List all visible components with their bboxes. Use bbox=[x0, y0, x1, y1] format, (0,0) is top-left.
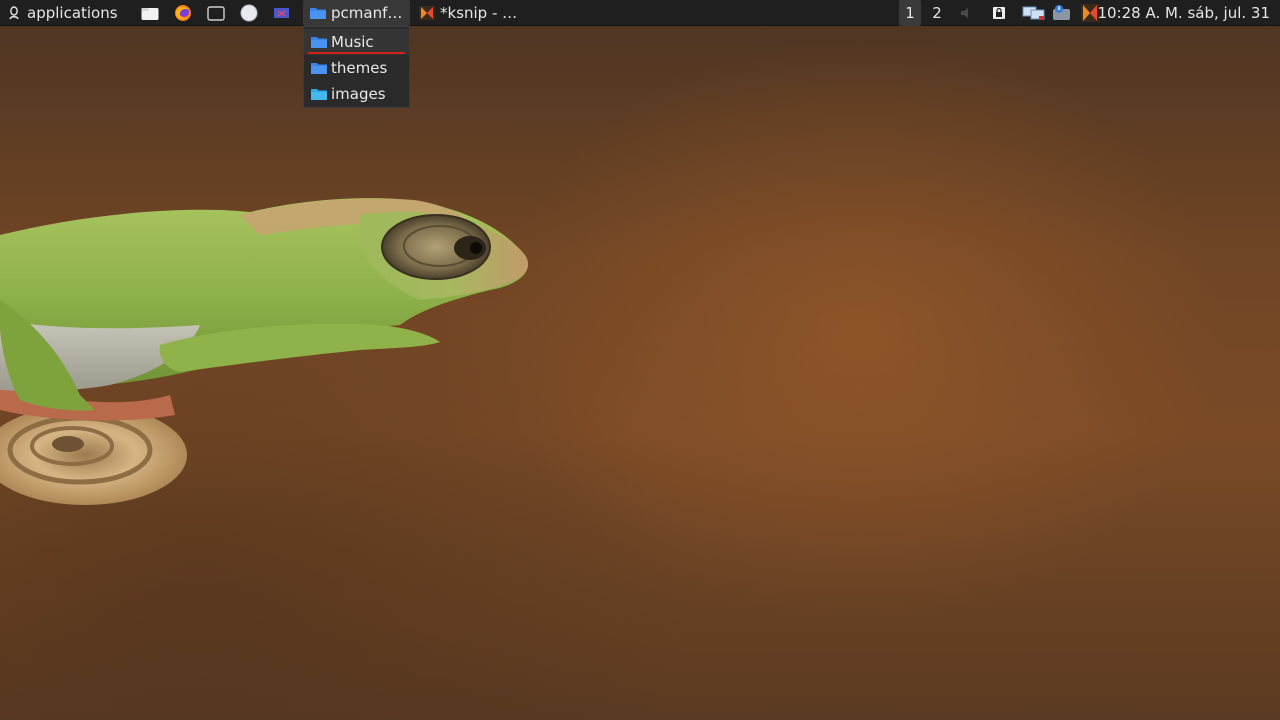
menu-item-images[interactable]: images bbox=[304, 81, 409, 107]
clock-label: 10:28 A. M. sáb, jul. 31 bbox=[1097, 4, 1270, 22]
applications-label: applications bbox=[27, 4, 118, 22]
network-tray[interactable] bbox=[1021, 0, 1047, 26]
task-pcmanfm[interactable]: pcmanf… bbox=[303, 0, 410, 26]
folder-icon bbox=[311, 36, 327, 48]
task-window-list-menu: Music themes images bbox=[303, 26, 410, 108]
lock-icon bbox=[993, 7, 1005, 19]
task-label: pcmanf… bbox=[331, 4, 403, 22]
task-ksnip[interactable]: *ksnip - … bbox=[412, 0, 522, 26]
globe-icon bbox=[240, 4, 258, 22]
browser-launcher[interactable] bbox=[238, 0, 260, 26]
volume-tray[interactable] bbox=[958, 0, 976, 26]
menu-item-themes[interactable]: themes bbox=[304, 55, 409, 81]
folder-icon bbox=[311, 62, 327, 74]
menu-item-label: images bbox=[331, 85, 386, 103]
file-manager-icon bbox=[141, 7, 159, 20]
terminal-launcher[interactable] bbox=[205, 0, 227, 26]
firefox-icon bbox=[175, 5, 191, 21]
notification-icon bbox=[1053, 5, 1070, 20]
task-label: *ksnip - … bbox=[440, 4, 518, 22]
screen-icon bbox=[274, 8, 289, 18]
workspace-1[interactable]: 1 bbox=[899, 0, 921, 26]
top-panel: applications pcmanf… *ksnip - … 1 2 10:2… bbox=[0, 0, 1280, 26]
volume-icon bbox=[961, 8, 968, 18]
firefox-launcher[interactable] bbox=[172, 0, 194, 26]
screen-launcher[interactable] bbox=[271, 0, 293, 26]
file-manager-launcher[interactable] bbox=[139, 0, 161, 26]
menu-item-music[interactable]: Music bbox=[304, 29, 409, 55]
workspace-2[interactable]: 2 bbox=[926, 0, 948, 26]
notification-tray[interactable] bbox=[1050, 0, 1074, 26]
tux-icon bbox=[9, 6, 19, 20]
folder-icon bbox=[311, 88, 327, 100]
applications-menu-button[interactable]: applications bbox=[6, 0, 118, 26]
ksnip-icon bbox=[419, 6, 435, 20]
lock-tray[interactable] bbox=[990, 0, 1008, 26]
menu-item-label: themes bbox=[331, 59, 388, 77]
desktop-wallpaper bbox=[0, 0, 1280, 720]
workspace-label: 1 bbox=[905, 4, 915, 22]
folder-icon bbox=[310, 8, 326, 19]
network-icon bbox=[1022, 6, 1045, 20]
terminal-icon bbox=[207, 5, 225, 21]
menu-item-label: Music bbox=[331, 33, 374, 51]
chameleon-image bbox=[0, 198, 529, 505]
workspace-label: 2 bbox=[932, 4, 942, 22]
clock[interactable]: 10:28 A. M. sáb, jul. 31 bbox=[1097, 0, 1270, 26]
